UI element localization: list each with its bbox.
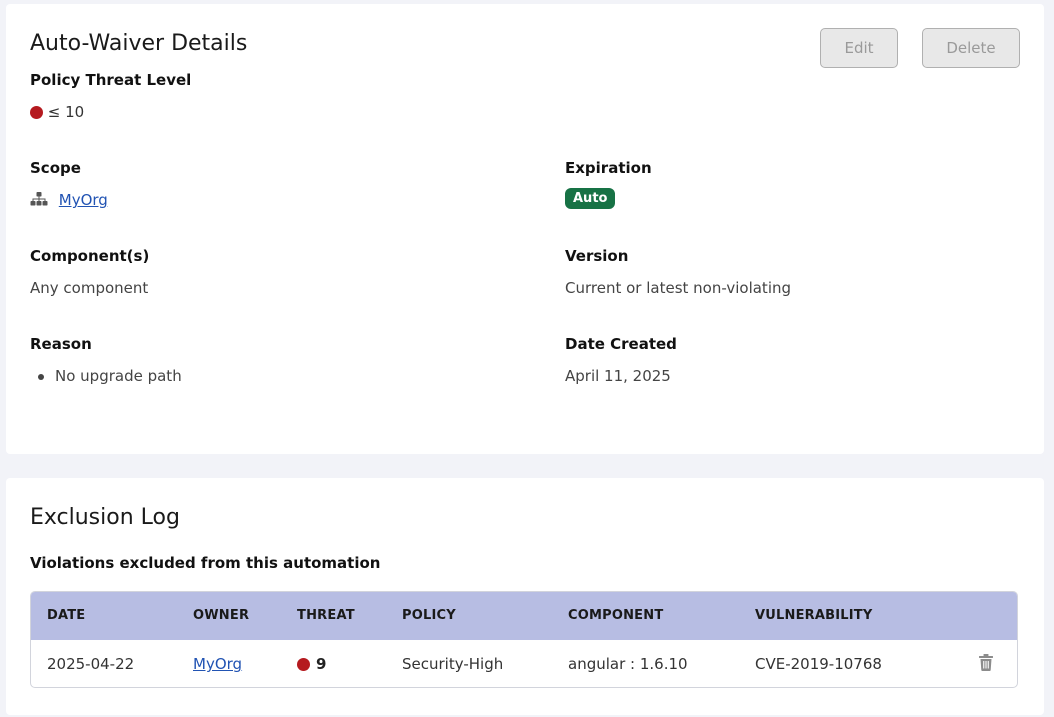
bullet-icon [38,373,44,380]
trash-icon[interactable] [979,654,993,675]
column-header-vulnerability: VULNERABILITY [755,608,873,623]
cell-vulnerability: CVE-2019-10768 [755,655,882,673]
cell-date: 2025-04-22 [47,655,135,673]
reason-list-item: No upgrade path [38,367,182,385]
threat-level-text: ≤ 10 [47,103,85,121]
threat-dot-icon [297,658,310,671]
expiration-label: Expiration [565,159,652,177]
cell-policy: Security-High [402,655,504,673]
column-header-date: DATE [47,608,86,623]
cell-component: angular : 1.6.10 [568,655,688,673]
exclusion-log-card: Exclusion Log Violations excluded from t… [6,478,1044,715]
exclusion-log-title: Exclusion Log [30,505,180,530]
auto-waiver-details-card: Auto-Waiver Details Edit Delete Policy T… [6,4,1044,454]
owner-link[interactable]: MyOrg [193,655,242,673]
scope-link[interactable]: MyOrg [59,191,108,209]
cell-threat: 9 [297,655,326,673]
column-header-owner: OWNER [193,608,250,623]
expiration-badge: Auto [565,188,616,209]
scope-label: Scope [30,159,81,177]
table-header: DATE OWNER THREAT POLICY COMPONENT VULNE… [31,592,1017,640]
components-label: Component(s) [30,247,150,265]
threat-level-label: Policy Threat Level [30,71,192,89]
column-header-threat: THREAT [297,608,355,623]
delete-button[interactable]: Delete [922,28,1020,68]
scope-value: MyOrg [30,191,108,210]
details-title: Auto-Waiver Details [30,31,248,56]
threat-value: 9 [316,655,327,673]
table-row: 2025-04-22 MyOrg 9 Security-High angular… [31,640,1017,687]
org-hierarchy-icon [30,191,48,210]
version-label: Version [565,247,629,265]
version-value: Current or latest non-violating [565,279,792,297]
date-created-label: Date Created [565,335,677,353]
exclusion-log-subtitle: Violations excluded from this automation [30,554,381,572]
column-header-policy: POLICY [402,608,456,623]
threat-dot-icon [30,106,43,119]
cell-owner: MyOrg [193,655,242,673]
date-created-value: April 11, 2025 [565,367,671,385]
reason-text: No upgrade path [55,367,182,385]
column-header-component: COMPONENT [568,608,664,623]
threat-level-value: ≤ 10 [30,103,84,121]
exclusion-table: DATE OWNER THREAT POLICY COMPONENT VULNE… [30,591,1018,688]
components-value: Any component [30,279,149,297]
edit-button[interactable]: Edit [820,28,898,68]
reason-label: Reason [30,335,92,353]
